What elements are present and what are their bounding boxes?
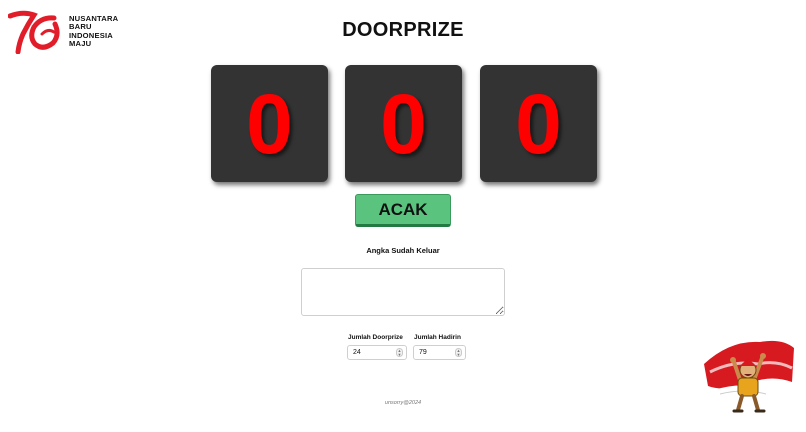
jumlah-doorprize-value: 24 — [353, 349, 361, 356]
jumlah-hadirin-value: 79 — [419, 349, 427, 356]
jumlah-doorprize-label: Jumlah Doorprize — [348, 334, 403, 341]
jumlah-doorprize-input[interactable]: 24 ▲ ▼ — [347, 345, 407, 360]
drawn-numbers-textarea[interactable] — [301, 268, 505, 316]
page-title: DOORPRIZE — [342, 19, 464, 41]
jumlah-hadirin-input[interactable]: 79 ▲ ▼ — [413, 345, 466, 360]
drawn-numbers-label: Angka Sudah Keluar — [366, 246, 440, 255]
digit-2: 0 — [380, 76, 427, 171]
digit-box-1: 0 — [211, 65, 328, 182]
acak-button[interactable]: ACAK — [355, 194, 451, 227]
jumlah-hadirin-label: Jumlah Hadirin — [414, 334, 461, 341]
digit-3: 0 — [515, 76, 562, 171]
footer-credit: unsorry@2024 — [384, 400, 422, 406]
digit-1: 0 — [246, 76, 293, 171]
digit-box-2: 0 — [345, 65, 462, 182]
digit-box-3: 0 — [480, 65, 597, 182]
stepper-icon[interactable]: ▲ ▼ — [396, 348, 403, 357]
celebrating-man-flag-icon — [704, 340, 794, 413]
stepper-icon[interactable]: ▲ ▼ — [455, 348, 462, 357]
